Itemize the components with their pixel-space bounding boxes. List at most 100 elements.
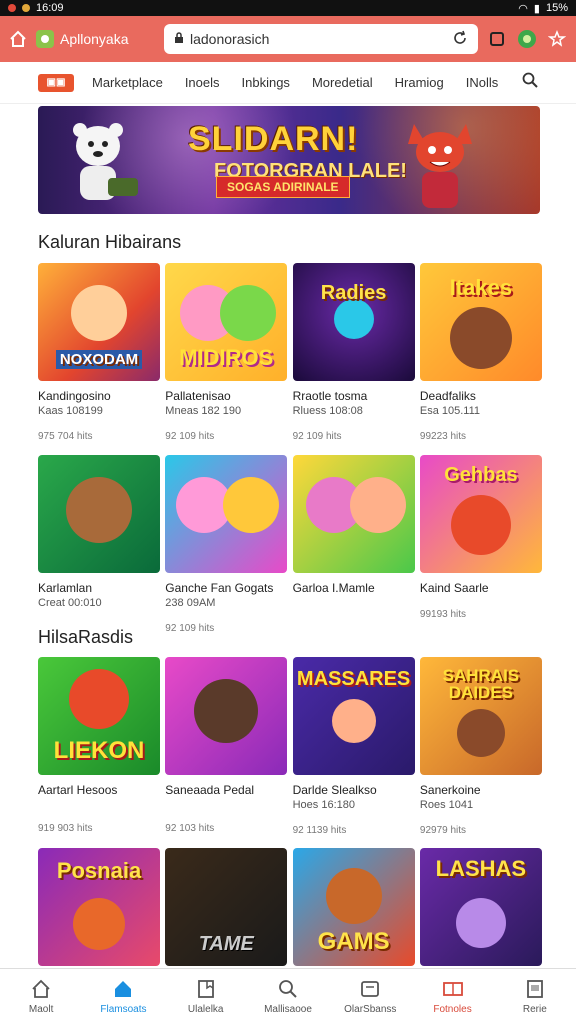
- reload-icon[interactable]: [452, 30, 468, 49]
- app-chip[interactable]: Apllonyaka: [36, 30, 156, 48]
- alert-icon: [22, 4, 30, 12]
- game-card[interactable]: Gehbas Kaind Saarle 99193 hits: [419, 455, 542, 634]
- promo-banner[interactable]: SLIDARN! FOTORGRAN LALE! SOGAS ADIRINALE: [38, 106, 540, 214]
- game-thumbnail[interactable]: Posnaia: [38, 848, 160, 966]
- bottom-nav-featured[interactable]: Flamsoats: [82, 969, 164, 1024]
- bottom-nav-label: Mallisaooe: [264, 1004, 312, 1015]
- game-name[interactable]: Rraotle tosma: [293, 389, 415, 403]
- game-name[interactable]: Kaind Saarle: [420, 581, 542, 595]
- battery-text: 15%: [545, 2, 568, 14]
- game-card[interactable]: GAMS: [292, 848, 415, 966]
- menu-icon[interactable]: [546, 28, 568, 50]
- home-icon[interactable]: [8, 29, 28, 49]
- app-badge-icon: [36, 30, 54, 48]
- game-thumbnail[interactable]: Itakes: [419, 263, 542, 381]
- bottom-nav-home[interactable]: Maolt: [0, 969, 82, 1024]
- url-text: ladonorasich: [190, 31, 270, 47]
- game-card[interactable]: Itakes Deadfaliks Esa 105.111 99223 hits: [419, 263, 542, 442]
- section-title-1: Kaluran Hibairans: [38, 232, 182, 252]
- game-thumbnail[interactable]: [38, 455, 160, 573]
- character-face: [450, 495, 511, 555]
- game-thumbnail[interactable]: LASHAS: [419, 848, 542, 966]
- game-thumbnail[interactable]: MIDIROS: [165, 263, 288, 381]
- search-icon[interactable]: [522, 72, 538, 93]
- bottom-nav-label: OlarSbanss: [344, 1004, 397, 1015]
- game-thumbnail[interactable]: [165, 455, 288, 573]
- signal-icon: ▮: [533, 2, 540, 15]
- character-face: [455, 898, 506, 948]
- game-thumbnail[interactable]: Radies: [292, 263, 415, 381]
- game-card[interactable]: MIDIROS Pallatenisao Mneas 182 190 92 10…: [165, 263, 288, 442]
- game-thumbnail[interactable]: MASSARES: [292, 657, 415, 775]
- thumbnail-art-text: MIDIROS: [179, 345, 274, 370]
- game-card[interactable]: Posnaia: [38, 848, 160, 966]
- nav-item-4[interactable]: Moredetial: [312, 75, 373, 90]
- bottom-nav-search[interactable]: Mallisaooe: [247, 969, 329, 1024]
- game-stat: 92 109 hits: [292, 431, 342, 442]
- game-name[interactable]: Aartarl Hesoos: [38, 783, 160, 797]
- game-thumbnail[interactable]: SAHRAIS DAIDES: [419, 657, 542, 775]
- game-card[interactable]: Ganche Fan Gogats 238 09AM 92 109 hits: [165, 455, 288, 634]
- game-card[interactable]: LIEKON Aartarl Hesoos 919 903 hits: [38, 657, 160, 836]
- game-name[interactable]: Karlamlan: [38, 581, 160, 595]
- game-name[interactable]: Deadfaliks: [420, 389, 542, 403]
- character-face: [456, 709, 505, 757]
- bottom-nav-favorites[interactable]: Fotnoles: [411, 969, 493, 1024]
- nav-item-marketplace[interactable]: Marketplace: [92, 75, 163, 90]
- document-icon: [526, 980, 543, 998]
- bottom-nav-label: Flamsoats: [100, 1004, 147, 1015]
- game-card[interactable]: Garloa I.Mamle: [292, 455, 415, 634]
- game-card[interactable]: MASSARES Darlde Slealkso Hoes 16:180 92 …: [292, 657, 415, 836]
- game-name[interactable]: Pallatenisao: [165, 389, 287, 403]
- nav-item-6[interactable]: INolls: [466, 75, 499, 90]
- extension-icon[interactable]: [516, 28, 538, 50]
- banner-title: SLIDARN!: [188, 120, 359, 158]
- bottom-nav-label: Fotnoles: [433, 1004, 472, 1015]
- game-card[interactable]: Karlamlan Creat 00:010: [38, 455, 160, 634]
- nav-item-2[interactable]: Inoels: [185, 75, 220, 90]
- game-stat: 92 103 hits: [165, 823, 215, 834]
- character-face: [73, 898, 125, 950]
- game-card[interactable]: SAHRAIS DAIDES Sanerkoine Roes 1041 9297…: [419, 657, 542, 836]
- game-card[interactable]: Radies Rraotle tosma Rluess 108:08 92 10…: [292, 263, 415, 442]
- bottom-nav-messages[interactable]: OlarSbanss: [329, 969, 411, 1024]
- character-face: [220, 285, 277, 341]
- game-card[interactable]: TAME: [165, 848, 288, 966]
- game-thumbnail[interactable]: TAME: [165, 848, 288, 966]
- bottom-nav-library[interactable]: Ulalelka: [165, 969, 247, 1024]
- game-name[interactable]: Darlde Slealkso: [293, 783, 415, 797]
- tabs-icon[interactable]: [486, 28, 508, 50]
- bottom-nav-more[interactable]: Rerie: [494, 969, 576, 1024]
- bottom-nav: Maolt Flamsoats Ulalelka Mallisaooe Olar…: [0, 968, 576, 1024]
- lock-icon: [174, 31, 184, 47]
- game-thumbnail[interactable]: NOXODAM: [38, 263, 160, 381]
- game-meta: Esa 105.111: [419, 405, 481, 417]
- nav-item-3[interactable]: Inbkings: [242, 75, 290, 90]
- site-logo[interactable]: ▣▣: [38, 73, 74, 92]
- game-name[interactable]: Ganche Fan Gogats: [165, 581, 287, 595]
- character-face: [333, 299, 374, 339]
- thumbnail-art-text: Gehbas: [444, 464, 518, 486]
- game-name[interactable]: Kandingosino: [38, 389, 160, 403]
- nav-item-5[interactable]: Hramiog: [395, 75, 444, 90]
- game-thumbnail[interactable]: Gehbas: [419, 455, 542, 573]
- thumbnail-art-text: LIEKON: [53, 737, 145, 764]
- status-time: 16:09: [36, 2, 64, 14]
- game-name[interactable]: Sanerkoine: [420, 783, 542, 797]
- character-face: [71, 285, 127, 341]
- game-thumbnail[interactable]: LIEKON: [38, 657, 160, 775]
- game-thumbnail[interactable]: [165, 657, 288, 775]
- game-name[interactable]: Garloa I.Mamle: [293, 581, 415, 595]
- game-card[interactable]: Saneaada Pedal 92 103 hits: [165, 657, 288, 836]
- game-meta: Kaas 108199: [38, 405, 103, 417]
- game-name[interactable]: Saneaada Pedal: [165, 783, 287, 797]
- game-thumbnail[interactable]: [292, 455, 415, 573]
- character-face: [349, 477, 406, 533]
- game-card[interactable]: NOXODAM Kandingosino Kaas 108199 975 704…: [38, 263, 160, 442]
- url-bar[interactable]: ladonorasich: [164, 24, 478, 54]
- game-card[interactable]: LASHAS: [419, 848, 542, 966]
- site-nav: ▣▣ Marketplace Inoels Inbkings Moredetia…: [0, 62, 576, 104]
- game-thumbnail[interactable]: GAMS: [292, 848, 415, 966]
- grid-icon: [442, 982, 463, 996]
- game-stat: 99223 hits: [419, 431, 467, 442]
